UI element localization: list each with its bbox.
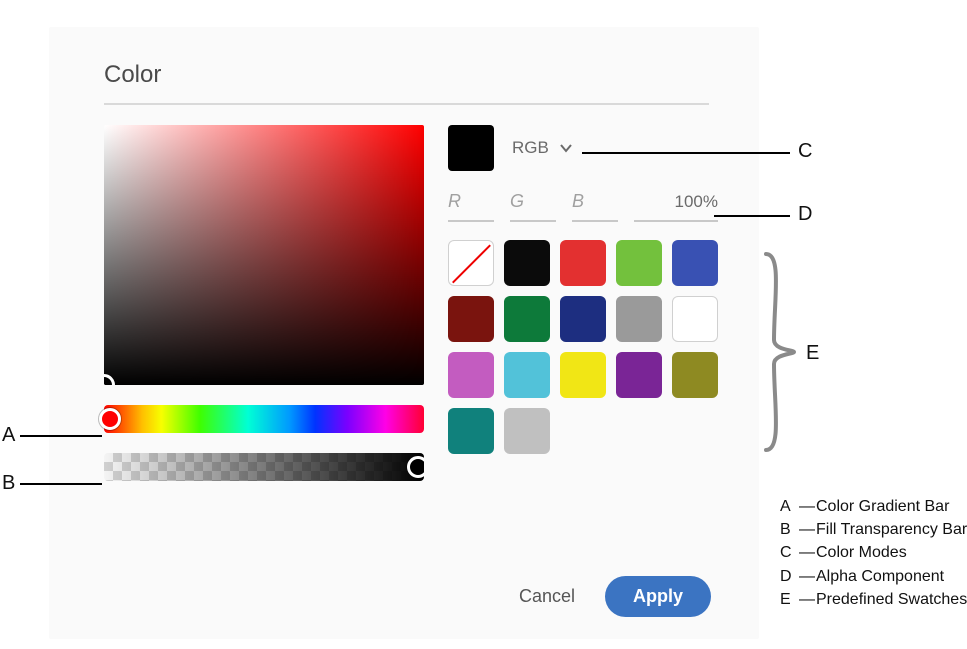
swatch-olive[interactable]	[672, 352, 718, 398]
callout-c-label: C	[798, 140, 812, 163]
swatch-black[interactable]	[504, 240, 550, 286]
color-panel: Color	[49, 27, 759, 639]
callout-a-label: A	[2, 424, 15, 447]
swatch-red[interactable]	[560, 240, 606, 286]
apply-button[interactable]: Apply	[605, 576, 711, 617]
callout-b-label: B	[2, 472, 15, 495]
channel-r-input[interactable]	[448, 220, 494, 222]
callout-b-line	[20, 483, 102, 485]
channel-b-label: B	[572, 191, 618, 212]
cancel-button[interactable]: Cancel	[511, 576, 583, 617]
swatch-orchid[interactable]	[448, 352, 494, 398]
swatch-blue[interactable]	[672, 240, 718, 286]
hue-handle[interactable]	[99, 408, 121, 430]
swatch-gray[interactable]	[616, 296, 662, 342]
callout-legend: A—Color Gradient Bar B—Fill Transparency…	[780, 495, 967, 611]
swatch-teal[interactable]	[448, 408, 494, 454]
callout-c-line	[582, 152, 790, 154]
swatch-sky[interactable]	[504, 352, 550, 398]
swatch-white[interactable]	[672, 296, 718, 342]
swatch-silver[interactable]	[504, 408, 550, 454]
swatch-green[interactable]	[616, 240, 662, 286]
swatch-grid	[448, 240, 718, 454]
hue-slider[interactable]	[104, 405, 424, 433]
color-preview	[448, 125, 494, 171]
divider	[104, 103, 709, 105]
chevron-down-icon	[559, 141, 573, 155]
swatch-none[interactable]	[448, 240, 494, 286]
alpha-slider[interactable]	[104, 453, 424, 481]
alpha-value[interactable]: 100%	[634, 192, 718, 212]
swatch-yellow[interactable]	[560, 352, 606, 398]
callout-e-brace	[760, 250, 796, 455]
alpha-gradient	[104, 453, 424, 481]
channel-g-input[interactable]	[510, 220, 556, 222]
satval-handle[interactable]	[104, 374, 115, 385]
swatch-navy[interactable]	[560, 296, 606, 342]
channel-b-input[interactable]	[572, 220, 618, 222]
alpha-input[interactable]	[634, 220, 718, 222]
panel-title: Color	[104, 61, 709, 89]
color-mode-dropdown[interactable]: RGB	[512, 138, 573, 158]
callout-d-line	[714, 215, 790, 217]
swatch-forest[interactable]	[504, 296, 550, 342]
swatch-purple[interactable]	[616, 352, 662, 398]
channel-r-label: R	[448, 191, 494, 212]
channel-g-label: G	[510, 191, 556, 212]
callout-e-label: E	[806, 342, 819, 365]
alpha-handle[interactable]	[407, 456, 424, 478]
swatch-maroon[interactable]	[448, 296, 494, 342]
callout-a-line	[20, 435, 102, 437]
color-mode-label: RGB	[512, 138, 549, 158]
saturation-value-field[interactable]	[104, 125, 424, 385]
callout-d-label: D	[798, 203, 812, 226]
